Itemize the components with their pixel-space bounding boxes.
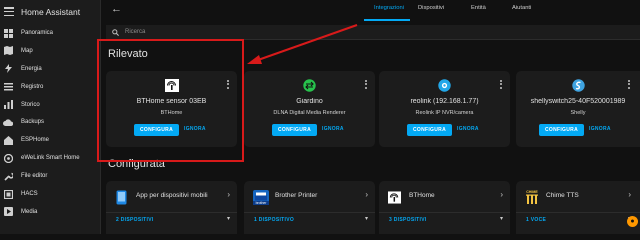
card-menu-icon[interactable] — [365, 80, 368, 89]
device-count-link[interactable]: 1 VOCE — [526, 217, 546, 223]
lightning-icon — [3, 64, 13, 74]
cloud-icon — [3, 117, 13, 127]
discovered-card-dlna: Giardino DLNA Digital Media Renderer CON… — [244, 71, 375, 147]
integration-name: Chime TTS — [546, 192, 579, 199]
active-tab-indicator — [364, 19, 410, 21]
integration-name: App per dispositivi mobili — [136, 192, 208, 199]
media-icon — [3, 207, 13, 217]
sidebar-item-label: Map — [21, 47, 33, 54]
tab-aiutanti[interactable]: Aiutanti — [512, 5, 531, 11]
configured-card-brother[interactable]: brother Brother Printer › 1 DISPOSITIVO … — [244, 181, 375, 234]
search-input[interactable]: Ricerca — [125, 29, 145, 35]
sidebar-item-label: HACS — [21, 191, 38, 198]
tab-dispositivi[interactable]: Dispositivi — [418, 5, 444, 11]
discovered-card-reolink: reolink (192.168.1.77) Reolink IP NVR/ca… — [379, 71, 510, 147]
ewelink-icon — [3, 153, 13, 163]
help-fab-icon[interactable]: ● — [627, 216, 638, 227]
search-bar[interactable]: Ricerca — [106, 25, 640, 40]
card-title: Giardino — [296, 98, 323, 105]
top-bar: ← Integrazioni Dispositivi Entità Aiutan… — [101, 0, 640, 23]
brother-brand-text: brother — [256, 201, 268, 205]
map-icon — [3, 46, 13, 56]
sidebar-item-storico[interactable]: Storico — [0, 97, 100, 113]
card-subtitle: Shelly — [570, 110, 586, 116]
card-divider — [379, 212, 510, 213]
sidebar-item-map[interactable]: Map — [0, 43, 100, 59]
card-divider — [516, 212, 640, 213]
chevron-right-icon: › — [628, 190, 631, 199]
card-title: shellyswitch25-40F520001989 — [530, 98, 626, 105]
integration-name: BTHome — [409, 192, 435, 199]
list-icon — [3, 82, 13, 92]
grid-icon — [3, 28, 13, 38]
bthome-logo-icon — [388, 189, 401, 205]
ignore-button[interactable]: IGNORA — [589, 126, 611, 132]
mobile-app-icon — [115, 189, 128, 205]
sidebar-item-registro[interactable]: Registro — [0, 79, 100, 95]
chevron-right-icon: › — [500, 190, 503, 199]
esphome-icon — [3, 135, 13, 145]
discovered-card-shelly: shellyswitch25-40F520001989 Shelly CONFI… — [516, 71, 640, 147]
sidebar: Home Assistant Panoramica Map Energia Re… — [0, 0, 101, 234]
hacs-icon — [3, 189, 13, 199]
sidebar-item-label: Panoramica — [21, 30, 54, 36]
card-title: reolink (192.168.1.77) — [410, 98, 479, 105]
device-count-link[interactable]: 2 DISPOSITIVI — [116, 217, 154, 223]
sidebar-item-label: eWeLink Smart Home — [21, 155, 80, 162]
integration-name: Brother Printer — [275, 192, 318, 199]
chevron-down-icon[interactable]: ▾ — [500, 215, 503, 222]
chevron-down-icon[interactable]: ▾ — [227, 215, 230, 222]
tab-integrazioni[interactable]: Integrazioni — [374, 5, 404, 11]
sidebar-item-panoramica[interactable]: Panoramica — [0, 25, 100, 41]
sidebar-item-energia[interactable]: Energia — [0, 61, 100, 77]
card-menu-icon[interactable] — [500, 80, 503, 89]
sidebar-item-label: Backups — [21, 119, 45, 126]
device-count-link[interactable]: 3 DISPOSITIVI — [389, 217, 427, 223]
chevron-right-icon: › — [227, 190, 230, 199]
sidebar-item-esphome[interactable]: ESPHome — [0, 132, 100, 148]
card-divider — [244, 212, 375, 213]
configure-button[interactable]: CONFIGURA — [272, 124, 317, 136]
app-title: Home Assistant — [21, 6, 81, 17]
wrench-icon — [3, 171, 13, 181]
sidebar-item-label: Energia — [21, 65, 42, 72]
sidebar-list: Panoramica Map Energia Registro Storico — [0, 25, 100, 220]
sidebar-item-file-editor[interactable]: File editor — [0, 168, 100, 184]
dlna-logo-icon — [244, 79, 375, 92]
brother-icon: brother — [253, 189, 269, 205]
sidebar-item-media[interactable]: Media — [0, 204, 100, 220]
back-arrow-icon[interactable]: ← — [111, 3, 122, 15]
ignore-button[interactable]: IGNORA — [457, 126, 479, 132]
annotation-highlight-box — [97, 39, 244, 162]
card-divider — [106, 212, 237, 213]
sidebar-item-label: ESPHome — [21, 137, 50, 144]
configured-card-mobile-app[interactable]: App per dispositivi mobili › 2 DISPOSITI… — [106, 181, 237, 234]
card-menu-icon[interactable] — [628, 80, 631, 89]
sidebar-item-hacs[interactable]: HACS — [0, 186, 100, 202]
hamburger-menu-icon[interactable] — [4, 7, 14, 16]
configure-button[interactable]: CONFIGURA — [539, 124, 584, 136]
sidebar-item-ewelink[interactable]: eWeLink Smart Home — [0, 150, 100, 166]
shelly-logo-icon — [516, 79, 640, 92]
sidebar-item-label: Registro — [21, 83, 44, 90]
card-subtitle: Reolink IP NVR/camera — [415, 110, 474, 116]
sidebar-item-backups[interactable]: Backups — [0, 114, 100, 130]
chime-icon: CHIME — [525, 189, 539, 205]
card-subtitle: DLNA Digital Media Renderer — [273, 110, 346, 116]
chart-icon — [3, 100, 13, 110]
chevron-down-icon[interactable]: ▾ — [365, 215, 368, 222]
chevron-right-icon: › — [365, 190, 368, 199]
sidebar-item-label: File editor — [21, 173, 48, 180]
configure-button[interactable]: CONFIGURA — [407, 124, 452, 136]
reolink-logo-icon — [379, 79, 510, 93]
configured-card-bthome[interactable]: BTHome › 3 DISPOSITIVI ▾ — [379, 181, 510, 234]
sidebar-item-label: Media — [21, 208, 38, 215]
device-count-link[interactable]: 1 DISPOSITIVO — [254, 217, 294, 223]
tab-entita[interactable]: Entità — [471, 5, 486, 11]
ignore-button[interactable]: IGNORA — [322, 126, 344, 132]
sidebar-item-label: Storico — [21, 101, 40, 108]
configured-card-chime-tts[interactable]: CHIME Chime TTS › 1 VOCE ▾ — [516, 181, 640, 234]
sidebar-header: Home Assistant — [0, 0, 100, 23]
chime-brand-text: CHIME — [526, 190, 538, 194]
